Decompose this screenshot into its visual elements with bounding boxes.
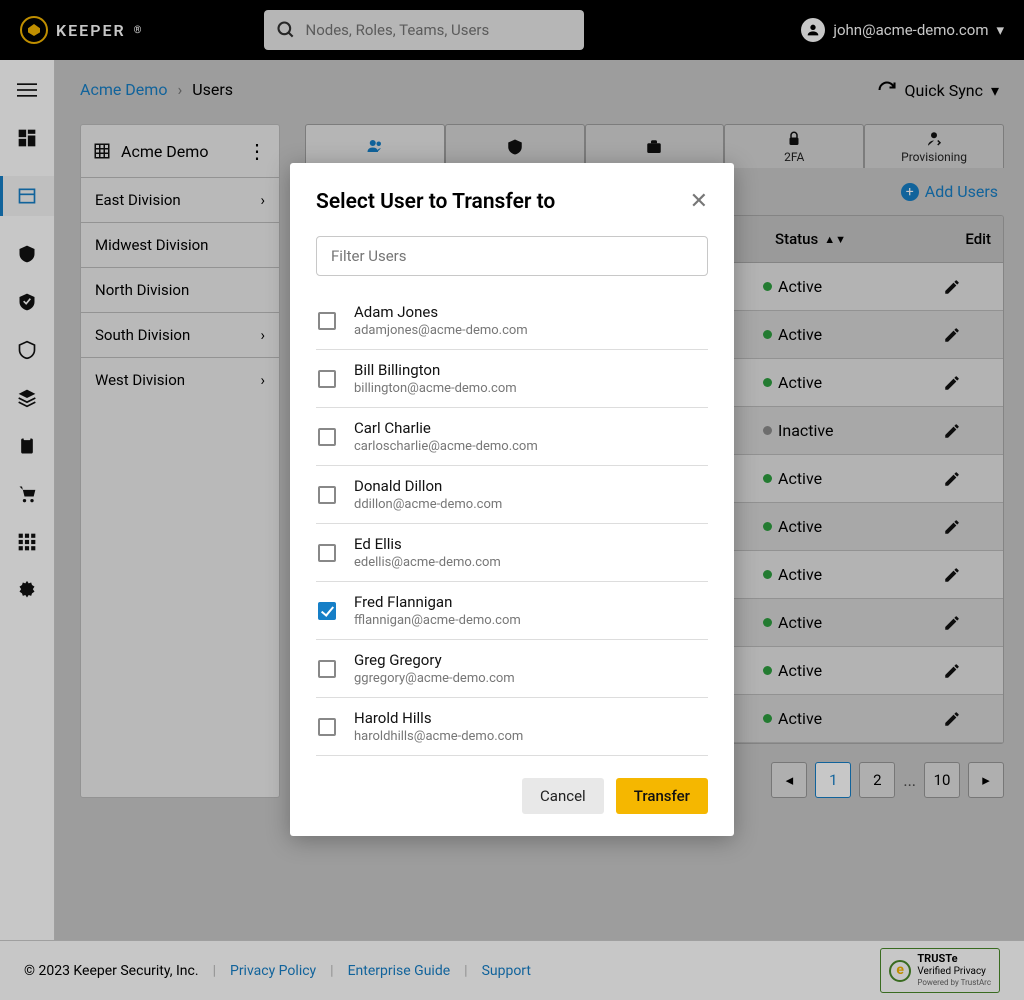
user-email: carloscharlie@acme-demo.com [354, 439, 538, 454]
user-name: Fred Flannigan [354, 593, 521, 611]
user-name: Greg Gregory [354, 651, 515, 669]
user-option[interactable]: Bill Billington billington@acme-demo.com [316, 350, 708, 408]
transfer-modal: Select User to Transfer to ✕ Adam Jones … [290, 163, 734, 836]
user-email: adamjones@acme-demo.com [354, 323, 528, 338]
modal-overlay: Select User to Transfer to ✕ Adam Jones … [0, 0, 1024, 1000]
checkbox[interactable] [318, 718, 336, 736]
checkbox[interactable] [318, 486, 336, 504]
user-name: Carl Charlie [354, 419, 538, 437]
user-option[interactable]: Greg Gregory ggregory@acme-demo.com [316, 640, 708, 698]
user-email: ggregory@acme-demo.com [354, 671, 515, 686]
user-option[interactable]: Harold Hills haroldhills@acme-demo.com [316, 698, 708, 756]
cancel-button[interactable]: Cancel [522, 778, 604, 814]
checkbox[interactable] [318, 602, 336, 620]
user-option[interactable]: Adam Jones adamjones@acme-demo.com [316, 292, 708, 350]
user-email: edellis@acme-demo.com [354, 555, 501, 570]
checkbox[interactable] [318, 312, 336, 330]
modal-title: Select User to Transfer to [316, 190, 555, 214]
transfer-button[interactable]: Transfer [616, 778, 708, 814]
user-option[interactable]: Carl Charlie carloscharlie@acme-demo.com [316, 408, 708, 466]
user-name: Adam Jones [354, 303, 528, 321]
user-email: billington@acme-demo.com [354, 381, 517, 396]
user-option[interactable]: Donald Dillon ddillon@acme-demo.com [316, 466, 708, 524]
user-name: Donald Dillon [354, 477, 502, 495]
user-name: Ed Ellis [354, 535, 501, 553]
checkbox[interactable] [318, 544, 336, 562]
user-email: fflannigan@acme-demo.com [354, 613, 521, 628]
user-option[interactable]: Fred Flannigan fflannigan@acme-demo.com [316, 582, 708, 640]
user-name: Harold Hills [354, 709, 523, 727]
filter-users-input[interactable] [316, 236, 708, 276]
checkbox[interactable] [318, 660, 336, 678]
user-option[interactable]: Ed Ellis edellis@acme-demo.com [316, 524, 708, 582]
user-email: haroldhills@acme-demo.com [354, 729, 523, 744]
close-icon[interactable]: ✕ [690, 189, 708, 214]
checkbox[interactable] [318, 428, 336, 446]
checkbox[interactable] [318, 370, 336, 388]
user-name: Bill Billington [354, 361, 517, 379]
user-email: ddillon@acme-demo.com [354, 497, 502, 512]
